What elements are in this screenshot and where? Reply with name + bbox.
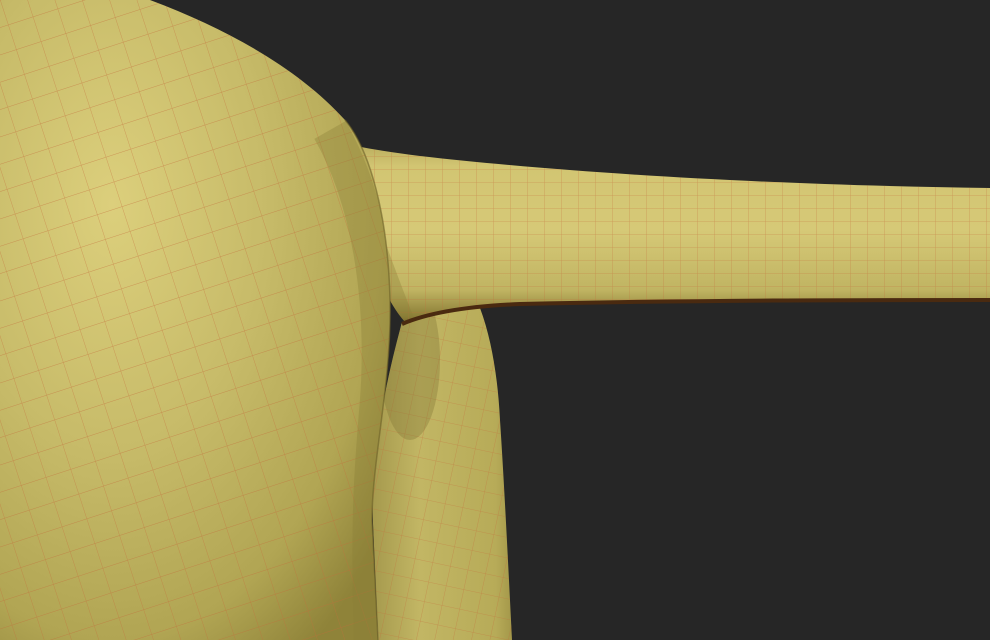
mesh-render (0, 0, 990, 640)
3d-viewport[interactable] (0, 0, 990, 640)
